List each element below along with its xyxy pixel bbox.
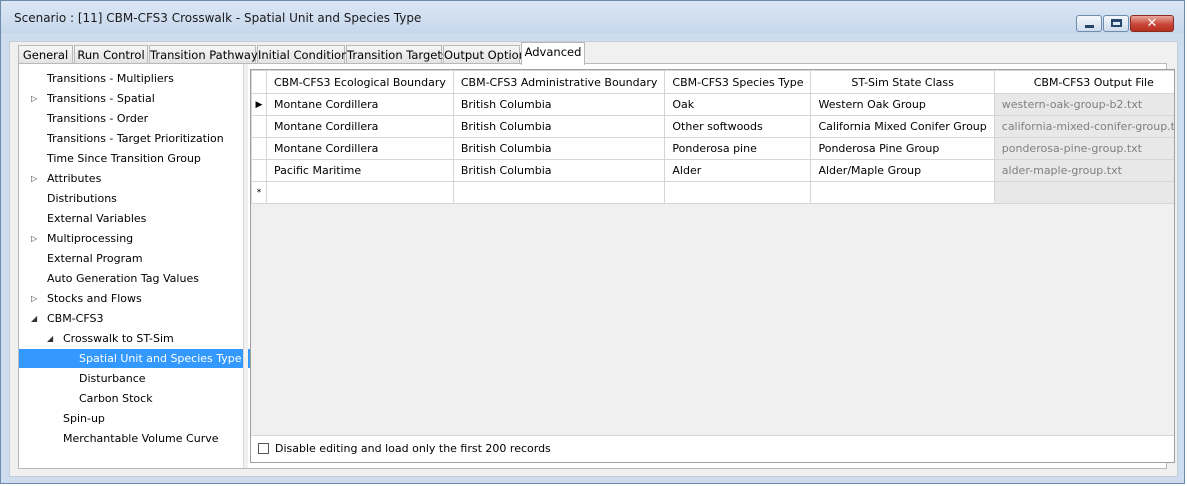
tab-run-control[interactable]: Run Control	[74, 45, 148, 64]
table-cell: ponderosa-pine-group.txt	[993, 137, 1174, 160]
new-row-cell	[993, 181, 1174, 204]
new-row-cell[interactable]	[452, 181, 666, 204]
scenario-window: Scenario : [11] CBM-CFS3 Crosswalk - Spa…	[0, 0, 1185, 484]
tab-transition-targets[interactable]: Transition Targets	[346, 45, 448, 64]
new-row-cell[interactable]	[664, 181, 812, 204]
tree-item-transitions-spatial[interactable]: Transitions - Spatial	[47, 89, 155, 108]
tree-item-auto-generation-tag-values[interactable]: Auto Generation Tag Values	[47, 269, 199, 288]
tree-item-transitions-multipliers[interactable]: Transitions - Multipliers	[47, 69, 174, 88]
expand-arrow-icon[interactable]: ▷	[31, 289, 37, 308]
crosswalk-table: CBM-CFS3 Ecological Boundary CBM-CFS3 Adm…	[251, 70, 1174, 204]
title-bar[interactable]: Scenario : [11] CBM-CFS3 Crosswalk - Spa…	[1, 1, 1184, 33]
content-area: General Run Control Transition Pathways Ini…	[9, 41, 1178, 477]
column-header[interactable]: CBM-CFS3 Ecological Boundary	[266, 70, 454, 94]
table-cell[interactable]: British Columbia	[452, 93, 666, 116]
window-title: Scenario : [11] CBM-CFS3 Crosswalk - Spa…	[14, 11, 422, 25]
tab-output-options[interactable]: Output Options	[443, 45, 532, 64]
table-cell[interactable]: Ponderosa Pine Group	[810, 137, 995, 160]
tree-item-spin-up[interactable]: Spin-up	[63, 409, 105, 428]
new-row[interactable]: *✕	[251, 181, 1174, 204]
tree-item-crosswalk-to-st-sim[interactable]: Crosswalk to ST-Sim	[63, 329, 174, 348]
table-row[interactable]: Montane Cordillera British Columbia Other …	[251, 115, 1174, 138]
tree-item-cbm-cfs3[interactable]: CBM-CFS3	[47, 309, 103, 328]
tree-item-multiprocessing[interactable]: Multiprocessing	[47, 229, 133, 248]
tab-advanced[interactable]: Advanced	[521, 42, 585, 65]
tree-item-transitions-target-prioritization[interactable]: Transitions - Target Prioritization	[47, 129, 224, 148]
advanced-panel: Transitions - Multipliers ▷ Transitions - …	[18, 63, 1175, 469]
table-cell: alder-maple-group.txt	[993, 159, 1174, 182]
table-cell[interactable]: Montane Cordillera	[266, 115, 454, 138]
tree-item-transitions-order[interactable]: Transitions - Order	[47, 109, 148, 128]
tree-item-carbon-stock[interactable]: Carbon Stock	[79, 389, 153, 408]
column-header[interactable]: CBM-CFS3 Species Type	[664, 70, 812, 94]
tab-transition-pathways[interactable]: Transition Pathways	[149, 45, 264, 64]
tree-item-distributions[interactable]: Distributions	[47, 189, 117, 208]
tree-item-stocks-and-flows[interactable]: Stocks and Flows	[47, 289, 142, 308]
row-header-corner	[251, 70, 267, 94]
tree-item-external-variables[interactable]: External Variables	[47, 209, 146, 228]
maximize-button[interactable]	[1103, 15, 1129, 32]
minimize-button[interactable]	[1076, 15, 1102, 32]
table-cell[interactable]: Ponderosa pine	[664, 137, 812, 160]
table-cell: california-mixed-conifer-group.txt	[993, 115, 1174, 138]
table-row[interactable]: Montane Cordillera British Columbia Ponder…	[251, 137, 1174, 160]
expand-arrow-icon[interactable]: ▷	[31, 229, 37, 248]
tree-item-attributes[interactable]: Attributes	[47, 169, 101, 188]
table-cell[interactable]: Pacific Maritime	[266, 159, 454, 182]
close-button[interactable]: ✕	[1130, 15, 1174, 32]
row-header[interactable]	[251, 137, 267, 160]
disable-editing-checkbox[interactable]	[258, 443, 269, 454]
maximize-icon	[1111, 19, 1122, 27]
row-header[interactable]	[251, 159, 267, 182]
table-cell[interactable]: California Mixed Conifer Group	[810, 115, 995, 138]
collapse-arrow-icon[interactable]: ◢	[31, 309, 37, 328]
minimize-icon	[1085, 25, 1094, 28]
close-icon: ✕	[1146, 16, 1158, 31]
table-cell[interactable]: Alder/Maple Group	[810, 159, 995, 182]
panel-splitter[interactable]	[243, 64, 248, 468]
tree-item-external-program[interactable]: External Program	[47, 249, 143, 268]
row-header[interactable]	[251, 115, 267, 138]
new-row-cell[interactable]	[810, 181, 995, 204]
disable-editing-label: Disable editing and load only the first …	[275, 442, 551, 455]
table-cell[interactable]: Western Oak Group	[810, 93, 995, 116]
column-header[interactable]: CBM-CFS3 Administrative Boundary	[452, 70, 666, 94]
new-row-indicator: *	[251, 181, 267, 204]
table-row[interactable]: ▶ Montane Cordillera British Columbia Oak We…	[251, 93, 1174, 116]
table-cell[interactable]: British Columbia	[452, 137, 666, 160]
grid-footer: Disable editing and load only the first …	[251, 435, 1174, 462]
expand-arrow-icon[interactable]: ▷	[31, 169, 37, 188]
tab-initial-conditions[interactable]: Initial Conditions	[257, 45, 354, 64]
new-row-cell[interactable]	[266, 181, 454, 204]
expand-arrow-icon[interactable]: ▷	[31, 89, 37, 108]
navigation-tree[interactable]: Transitions - Multipliers ▷ Transitions - …	[19, 64, 282, 468]
table-cell[interactable]: Montane Cordillera	[266, 137, 454, 160]
table-cell[interactable]: Montane Cordillera	[266, 93, 454, 116]
tab-general[interactable]: General	[18, 45, 73, 64]
current-row-indicator[interactable]: ▶	[251, 93, 267, 116]
table-cell[interactable]: British Columbia	[452, 115, 666, 138]
crosswalk-data-grid: CBM-CFS3 Ecological Boundary CBM-CFS3 Adm…	[250, 69, 1175, 463]
column-header[interactable]: CBM-CFS3 Output File	[993, 70, 1174, 94]
column-header[interactable]: ST-Sim State Class	[810, 70, 995, 94]
table-row[interactable]: Pacific Maritime British Columbia Alder Ald…	[251, 159, 1174, 182]
table-cell[interactable]: Other softwoods	[664, 115, 812, 138]
table-cell[interactable]: Alder	[664, 159, 812, 182]
table-cell[interactable]: British Columbia	[452, 159, 666, 182]
table-cell[interactable]: Oak	[664, 93, 812, 116]
tree-item-merchantable-volume-curve[interactable]: Merchantable Volume Curve	[63, 429, 219, 448]
tree-item-disturbance[interactable]: Disturbance	[79, 369, 146, 388]
tree-item-time-since-transition-group[interactable]: Time Since Transition Group	[47, 149, 201, 168]
table-cell: western-oak-group-b2.txt	[993, 93, 1174, 116]
collapse-arrow-icon[interactable]: ◢	[47, 329, 53, 348]
